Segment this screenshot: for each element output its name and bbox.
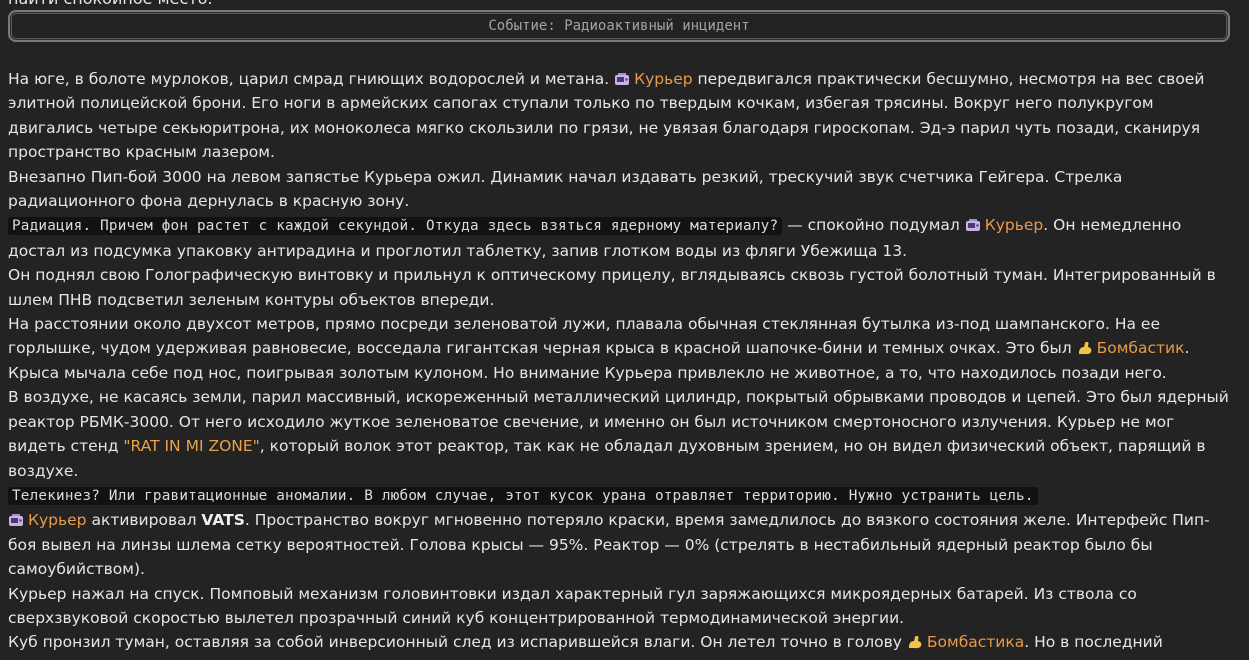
inner-thought: Телекинез? Или гравитационные аномалии. …	[8, 486, 1038, 505]
story-paragraph: Радиация. Причем фон растет с каждой сек…	[8, 216, 1182, 260]
inner-thought: Радиация. Причем фон растет с каждой сек…	[8, 217, 783, 236]
story-paragraph: Курьер активировал VATS. Пространство во…	[8, 511, 1210, 579]
character-courier: Курьер	[614, 70, 693, 88]
story-paragraph: Крыса мычала себе под нос, поигрывая зол…	[8, 363, 1167, 382]
event-banner: Событие: Радиоактивный инцидент	[8, 10, 1230, 42]
character-courier: Курьер	[965, 216, 1043, 234]
flexed-arm-icon	[1078, 342, 1091, 355]
story-paragraph: Он поднял свою Голографическую винтовку …	[8, 266, 1216, 309]
character-bombastic: Бомбастик	[1077, 339, 1184, 357]
pip-boy-icon	[9, 514, 23, 527]
story-paragraph: Внезапно Пип-бой 3000 на левом запястье …	[8, 167, 1123, 211]
event-title: Событие: Радиоактивный инцидент	[488, 18, 750, 34]
story-paragraph: Курьер нажал на спуск. Помповый механизм…	[8, 584, 1137, 627]
character-bombastic: Бомбастика	[907, 633, 1024, 651]
flexed-arm-icon	[908, 636, 922, 649]
pip-boy-icon	[965, 219, 980, 232]
story-text: На юге, в болоте мурлоков, царил смрад г…	[8, 67, 1230, 655]
vats-term: VATS	[201, 511, 245, 530]
pip-boy-icon	[615, 73, 630, 85]
story-paragraph: Телекинез? Или гравитационные аномалии. …	[8, 483, 1230, 508]
story-paragraph: На расстоянии около двухсот метров, прям…	[8, 315, 1190, 358]
story-paragraph: На юге, в болоте мурлоков, царил смрад г…	[8, 70, 1205, 162]
story-paragraph: Куб пронзил туман, оставляя за собой инв…	[8, 633, 1163, 652]
character-courier: Курьер	[8, 511, 87, 529]
story-paragraph: В воздухе, не касаясь земли, парил масси…	[8, 388, 1229, 480]
quoted-sign: "RAT IN MI ZONE"	[123, 437, 260, 456]
